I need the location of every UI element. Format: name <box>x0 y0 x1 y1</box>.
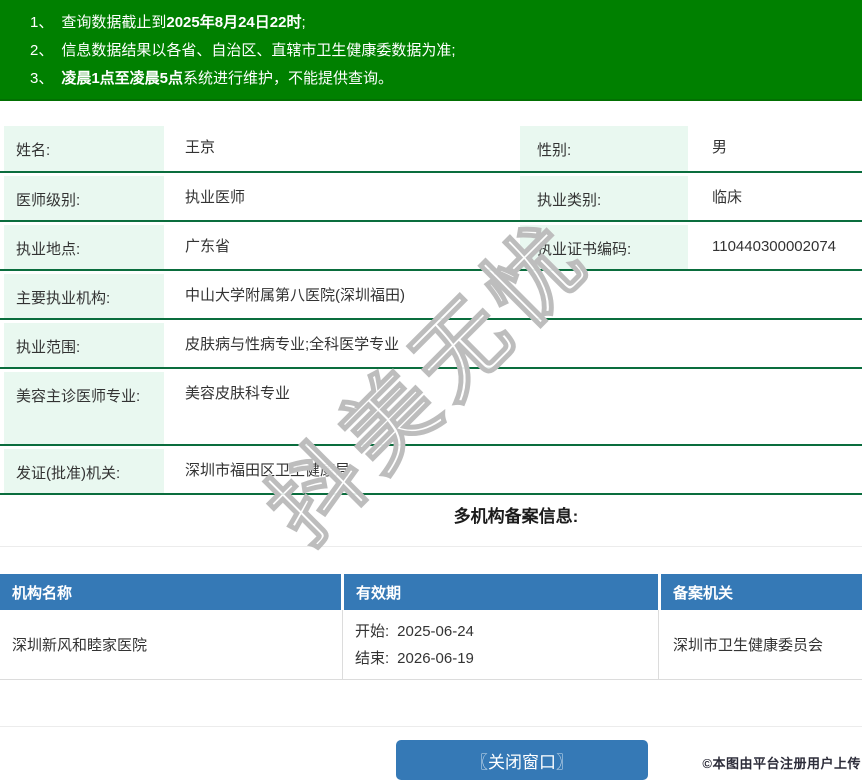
notice-bold-text: 2025年8月24日22时 <box>166 14 302 31</box>
field-label-gender: 性别: <box>520 126 688 171</box>
field-value-practice-location: 广东省 <box>168 222 520 269</box>
table-row: 深圳新风和睦家医院 开始: 2025-06-24 结束: 2026-06-19 深圳… <box>0 610 862 680</box>
notice-bold-text: 凌晨1点至凌晨5点 <box>61 70 184 87</box>
table-row: 美容主诊医师专业: 美容皮肤科专业 <box>0 369 862 446</box>
validity-end-date: 2026-06-19 <box>397 649 474 667</box>
field-value-main-institution: 中山大学附属第八医院(深圳福田) <box>168 271 862 318</box>
org-name-cell: 深圳新风和睦家医院 <box>0 610 343 679</box>
validity-cell: 开始: 2025-06-24 结束: 2026-06-19 <box>343 610 659 679</box>
table-row: 姓名: 王京 性别: 男 <box>0 123 862 173</box>
doctor-info-table: 姓名: 王京 性别: 男 医师级别: 执业医师 执业类别: 临床 执业地点: 广… <box>0 123 862 495</box>
field-value-practice-scope: 皮肤病与性病专业;全科医学专业 <box>168 320 862 367</box>
notice-line-3: 3、 凌晨1点至凌晨5点系统进行维护，不能提供查询。 <box>30 65 852 93</box>
notice-line-1: 1、 查询数据截止到2025年8月24日22时; <box>30 9 852 37</box>
field-label-certificate-number: 执业证书编码: <box>520 225 688 269</box>
field-label-doctor-level: 医师级别: <box>4 176 164 220</box>
multi-org-heading: 多机构备案信息: <box>453 507 579 526</box>
validity-start: 开始: 2025-06-24 <box>355 618 474 645</box>
field-label-cosmetic-specialty: 美容主诊医师专业: <box>4 372 164 444</box>
notice-number: 3、 <box>30 70 54 87</box>
table-row: 执业地点: 广东省 执业证书编码: 110440300002074 <box>0 222 862 271</box>
column-header-validity: 有效期 <box>344 574 658 610</box>
multi-org-table-header: 机构名称 有效期 备案机关 <box>0 574 862 610</box>
field-value-cosmetic-specialty: 美容皮肤科专业 <box>168 369 862 444</box>
notice-banner: 1、 查询数据截止到2025年8月24日22时; 2、 信息数据结果以各省、自治区、… <box>0 0 862 101</box>
field-label-main-institution: 主要执业机构: <box>4 274 164 318</box>
column-header-org-name: 机构名称 <box>0 574 341 610</box>
field-label-name: 姓名: <box>4 126 164 171</box>
field-value-practice-category: 临床 <box>694 173 862 220</box>
validity-start-date: 2025-06-24 <box>397 622 474 640</box>
notice-text: 系统进行维护，不能提供查询。 <box>183 70 394 87</box>
field-value-certificate-number: 110440300002074 <box>694 222 862 269</box>
field-value-name: 王京 <box>168 123 520 171</box>
field-value-gender: 男 <box>694 123 862 171</box>
notice-text: ; <box>301 14 306 31</box>
table-row: 主要执业机构: 中山大学附属第八医院(深圳福田) <box>0 271 862 320</box>
field-label-practice-location: 执业地点: <box>4 225 164 269</box>
field-value-doctor-level: 执业医师 <box>168 173 520 220</box>
column-header-filing-authority: 备案机关 <box>661 574 862 610</box>
table-row: 发证(批准)机关: 深圳市福田区卫生健康局 <box>0 446 862 495</box>
field-label-issuing-authority: 发证(批准)机关: <box>4 449 164 493</box>
multi-org-table: 机构名称 有效期 备案机关 深圳新风和睦家医院 开始: 2025-06-24 结束… <box>0 574 862 680</box>
notice-line-2: 2、 信息数据结果以各省、自治区、直辖市卫生健康委数据为准; <box>30 37 852 65</box>
validity-start-label: 开始: <box>355 622 390 640</box>
table-row: 执业范围: 皮肤病与性病专业;全科医学专业 <box>0 320 862 369</box>
divider <box>0 726 862 727</box>
notice-number: 2、 <box>30 42 54 59</box>
validity-end-label: 结束: <box>355 649 390 667</box>
table-row: 医师级别: 执业医师 执业类别: 临床 <box>0 173 862 222</box>
field-label-practice-scope: 执业范围: <box>4 323 164 367</box>
close-window-button[interactable]: 〖关闭窗口〗 <box>396 740 648 780</box>
validity-end: 结束: 2026-06-19 <box>355 645 474 672</box>
filing-authority-cell: 深圳市卫生健康委员会 <box>673 637 824 654</box>
divider <box>0 546 862 547</box>
field-value-issuing-authority: 深圳市福田区卫生健康局 <box>168 446 862 493</box>
field-label-practice-category: 执业类别: <box>520 176 688 220</box>
notice-text: 查询数据截止到 <box>61 14 167 31</box>
notice-number: 1、 <box>30 14 54 31</box>
footer-upload-watermark: ©本图由平台注册用户上传 <box>702 756 861 771</box>
notice-text: 信息数据结果以各省、自治区、直辖市卫生健康委数据为准; <box>61 42 456 59</box>
